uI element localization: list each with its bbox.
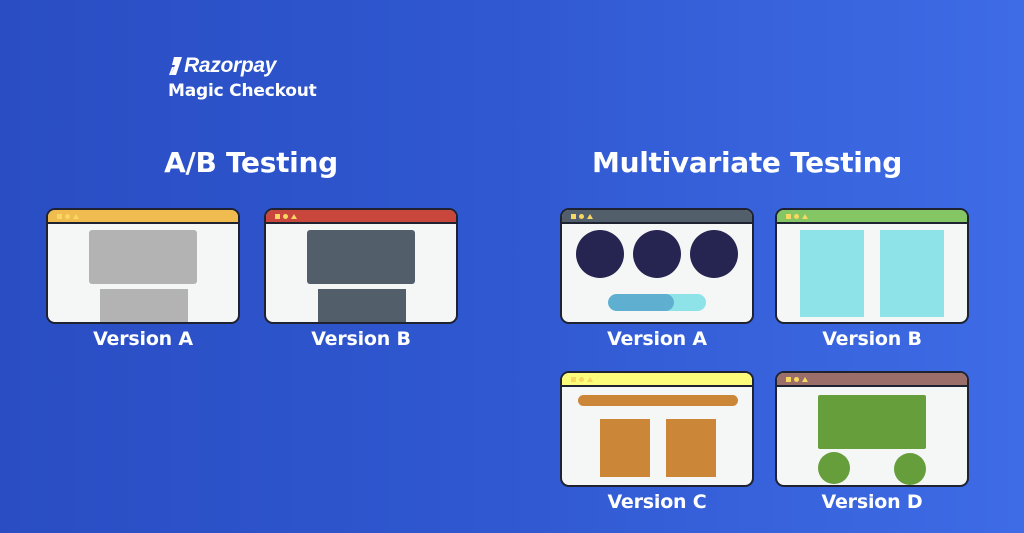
brand-name: Razorpay: [184, 54, 277, 77]
circle-icon: [579, 376, 584, 382]
window-titlebar: [777, 373, 967, 387]
circle-icon: [579, 213, 584, 219]
content-circle: [894, 453, 926, 485]
mv-version-b-window: [775, 208, 969, 324]
window-titlebar: [562, 373, 752, 387]
content-block: [89, 230, 197, 284]
window-titlebar: [562, 210, 752, 224]
progress-bar-fill: [608, 294, 674, 311]
content-block: [818, 395, 926, 449]
ab-version-a-window: [46, 208, 240, 324]
window-titlebar: [48, 210, 238, 224]
content-column: [666, 419, 716, 477]
multivariate-testing-title: Multivariate Testing: [592, 146, 902, 179]
content-block: [318, 289, 406, 322]
mv-version-c-window: [560, 371, 754, 487]
content-column: [600, 419, 650, 477]
square-icon: [571, 213, 576, 219]
content-column: [800, 230, 864, 317]
ab-testing-title: A/B Testing: [164, 146, 338, 179]
triangle-icon: [587, 213, 593, 219]
mv-version-b-label: Version B: [822, 328, 922, 350]
mv-version-a-window: [560, 208, 754, 324]
square-icon: [275, 213, 280, 219]
content-banner: [578, 395, 738, 406]
content-circle: [633, 230, 681, 278]
square-icon: [571, 376, 576, 382]
mv-version-d-label: Version D: [821, 491, 923, 513]
circle-icon: [794, 376, 799, 382]
content-circle: [576, 230, 624, 278]
square-icon: [57, 213, 62, 219]
progress-bar: [608, 294, 706, 311]
content-circle: [690, 230, 738, 278]
triangle-icon: [802, 213, 808, 219]
window-titlebar: [266, 210, 456, 224]
mv-version-d-window: [775, 371, 969, 487]
ab-version-b-window: [264, 208, 458, 324]
square-icon: [786, 376, 791, 382]
triangle-icon: [587, 376, 593, 382]
mv-version-a-label: Version A: [607, 328, 707, 350]
circle-icon: [794, 213, 799, 219]
triangle-icon: [291, 213, 297, 219]
content-column: [880, 230, 944, 317]
window-titlebar: [777, 210, 967, 224]
triangle-icon: [802, 376, 808, 382]
circle-icon: [65, 213, 70, 219]
mv-version-c-label: Version C: [607, 491, 707, 513]
ab-version-b-label: Version B: [311, 328, 411, 350]
content-circle: [818, 452, 850, 484]
square-icon: [786, 213, 791, 219]
product-name: Magic Checkout: [168, 81, 317, 101]
triangle-icon: [73, 213, 79, 219]
razorpay-logo-icon: [169, 57, 182, 75]
content-block: [100, 289, 188, 322]
circle-icon: [283, 213, 288, 219]
brand-logo: Razorpay Magic Checkout: [168, 54, 317, 101]
ab-version-a-label: Version A: [93, 328, 193, 350]
content-block: [307, 230, 415, 284]
